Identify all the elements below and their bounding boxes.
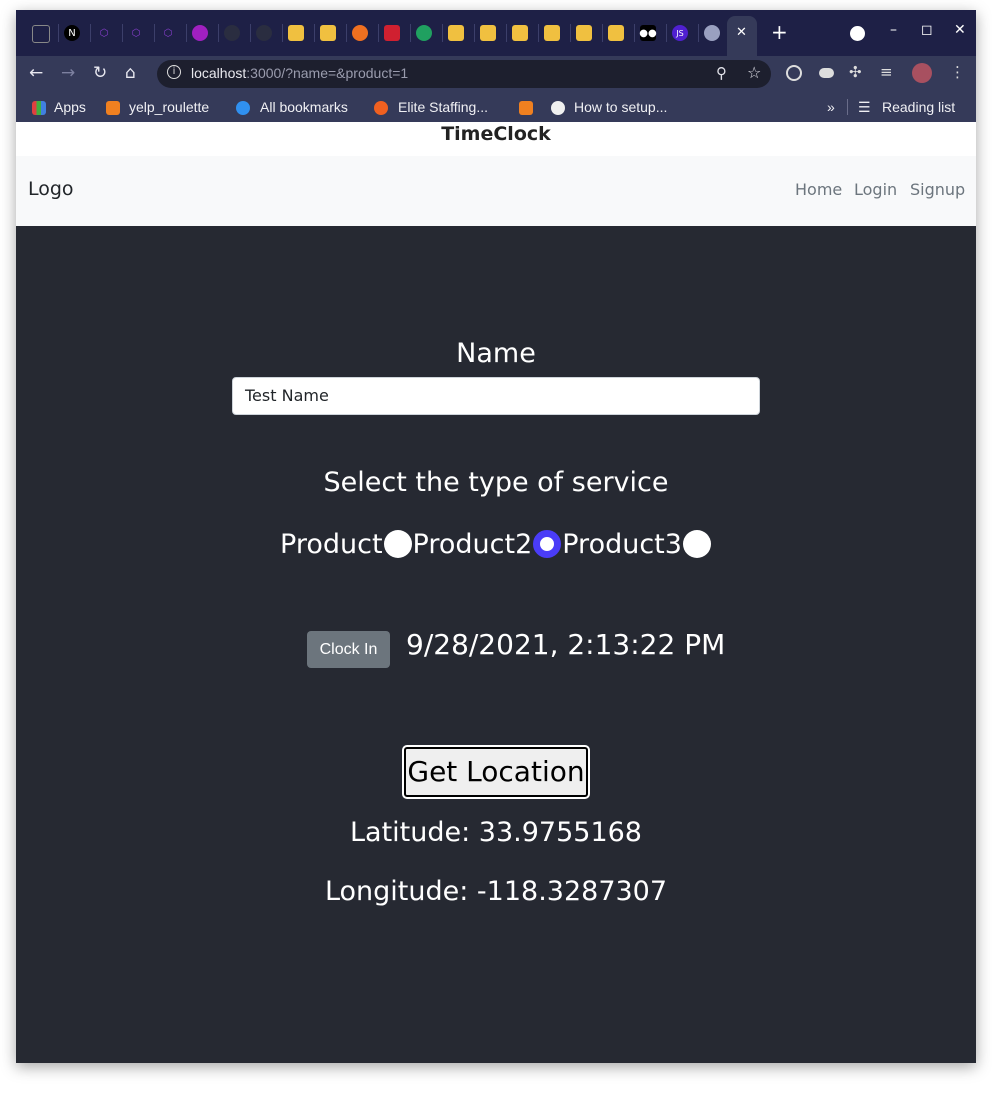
active-tab[interactable]: ✕: [727, 16, 757, 56]
service-label: Select the type of service: [323, 467, 669, 498]
tab-favicon-globe[interactable]: [704, 25, 720, 41]
reading-list-icon[interactable]: ☰: [858, 99, 871, 116]
tab-favicon-green[interactable]: [416, 25, 432, 41]
extension-icon[interactable]: [786, 65, 802, 81]
page-content: TimeClock Logo Home Login Signup Name Te…: [16, 122, 976, 1063]
tab-favicon-box[interactable]: [320, 25, 336, 41]
nav-signup-link[interactable]: Signup: [910, 180, 965, 199]
bookmarks-bar: Apps yelp_roulette All bookmarks Elite S…: [16, 92, 976, 122]
site-title: TimeClock: [441, 123, 551, 145]
close-icon[interactable]: ✕: [736, 25, 747, 40]
home-icon[interactable]: ⌂: [125, 63, 136, 83]
tab-favicon-medium[interactable]: ●●: [639, 25, 657, 41]
linux-penguin-icon: [551, 101, 565, 115]
tab-favicon-graphql[interactable]: ⬡: [96, 25, 112, 41]
clock-timestamp: 9/28/2021, 2:13:22 PM: [406, 628, 726, 661]
tab-favicon-github[interactable]: [224, 25, 240, 41]
tab-favicon-box[interactable]: [608, 25, 624, 41]
menu-icon[interactable]: ⋮: [950, 63, 965, 81]
bookmark-star-icon[interactable]: ☆: [747, 63, 761, 82]
tab-strip: N ⬡ ⬡ ⬡ ●● JS ✕ + – ◻ ✕: [16, 10, 976, 56]
more-bookmarks-icon[interactable]: »: [827, 99, 835, 115]
cpanel-icon: [374, 101, 388, 115]
nav-login-link[interactable]: Login: [854, 180, 897, 199]
name-label: Name: [456, 338, 536, 369]
tab-favicon-red[interactable]: [384, 25, 400, 41]
tab-favicon-box[interactable]: [512, 25, 528, 41]
bookmark-how-to-setup[interactable]: How to setup...: [574, 99, 667, 115]
puzzle-extensions-icon[interactable]: ✣: [849, 63, 862, 81]
tab-favicon-orange[interactable]: [352, 25, 368, 41]
latitude-text: Latitude: 33.9755168: [350, 817, 642, 848]
radio-product[interactable]: [383, 530, 412, 558]
bookmark-elite-staffing[interactable]: Elite Staffing...: [398, 99, 488, 115]
new-tab-button[interactable]: +: [771, 20, 788, 44]
service-radio-group: Product Product2 Product3: [16, 524, 976, 564]
tab-search-icon[interactable]: [850, 26, 865, 41]
reading-list-button[interactable]: Reading list: [882, 99, 955, 115]
site-header: TimeClock: [16, 122, 976, 156]
navbar: Logo Home Login Signup: [16, 156, 976, 226]
radio-label-product3: Product3: [562, 528, 682, 560]
bookmarks-folder-icon: [236, 101, 250, 115]
tab-favicon-js[interactable]: JS: [672, 25, 688, 41]
maximize-icon[interactable]: ◻: [921, 22, 933, 38]
browser-window: N ⬡ ⬡ ⬡ ●● JS ✕ + – ◻ ✕ ← → ↻ ⌂ i localh…: [16, 10, 976, 1063]
cloud-extension-icon[interactable]: [819, 68, 834, 78]
tab-favicon-box[interactable]: [288, 25, 304, 41]
window-close-icon[interactable]: ✕: [954, 22, 966, 38]
browser-toolbar: ← → ↻ ⌂ i localhost:3000/?name=&product=…: [16, 56, 976, 92]
navbar-logo[interactable]: Logo: [28, 178, 74, 200]
radio-product2[interactable]: [533, 530, 562, 558]
box-icon: [106, 101, 120, 115]
tab-favicon-box[interactable]: [544, 25, 560, 41]
tab-favicon-box[interactable]: [576, 25, 592, 41]
back-icon[interactable]: ←: [29, 63, 43, 83]
name-input[interactable]: Test Name: [232, 377, 760, 415]
profile-avatar[interactable]: [912, 63, 932, 83]
get-location-button[interactable]: Get Location: [402, 745, 590, 799]
tab-favicon-graphql[interactable]: ⬡: [128, 25, 144, 41]
bookmark-divider: [847, 99, 848, 115]
minimize-icon[interactable]: –: [890, 22, 897, 38]
nav-home-link[interactable]: Home: [795, 180, 842, 199]
tab-favicon-github[interactable]: [256, 25, 272, 41]
box-icon: [519, 101, 533, 115]
site-info-icon[interactable]: i: [167, 65, 181, 79]
tab-favicon-app[interactable]: [32, 25, 50, 43]
tab-favicon-purple[interactable]: [192, 25, 208, 41]
location-pin-icon[interactable]: ⚲: [716, 64, 727, 82]
forward-icon[interactable]: →: [61, 63, 75, 83]
longitude-text: Longitude: -118.3287307: [324, 876, 668, 907]
bookmark-yelp-roulette[interactable]: yelp_roulette: [129, 99, 209, 115]
apps-grid-icon: [32, 101, 46, 115]
tab-favicon-box[interactable]: [480, 25, 496, 41]
address-bar[interactable]: i localhost:3000/?name=&product=1 ⚲ ☆: [157, 60, 771, 88]
media-control-icon[interactable]: ≡: [880, 63, 893, 81]
bookmark-all-bookmarks[interactable]: All bookmarks: [260, 99, 348, 115]
tab-favicon-box[interactable]: [448, 25, 464, 41]
tab-favicon-graphql[interactable]: ⬡: [160, 25, 176, 41]
radio-label-product: Product: [280, 528, 383, 560]
url-text[interactable]: localhost:3000/?name=&product=1: [191, 65, 408, 81]
reload-icon[interactable]: ↻: [93, 63, 107, 83]
tab-favicon-nextjs[interactable]: N: [64, 25, 80, 41]
bookmark-apps[interactable]: Apps: [54, 99, 86, 115]
radio-label-product2: Product2: [412, 528, 533, 560]
clock-in-button[interactable]: Clock In: [307, 631, 390, 668]
radio-product3[interactable]: [682, 530, 711, 558]
